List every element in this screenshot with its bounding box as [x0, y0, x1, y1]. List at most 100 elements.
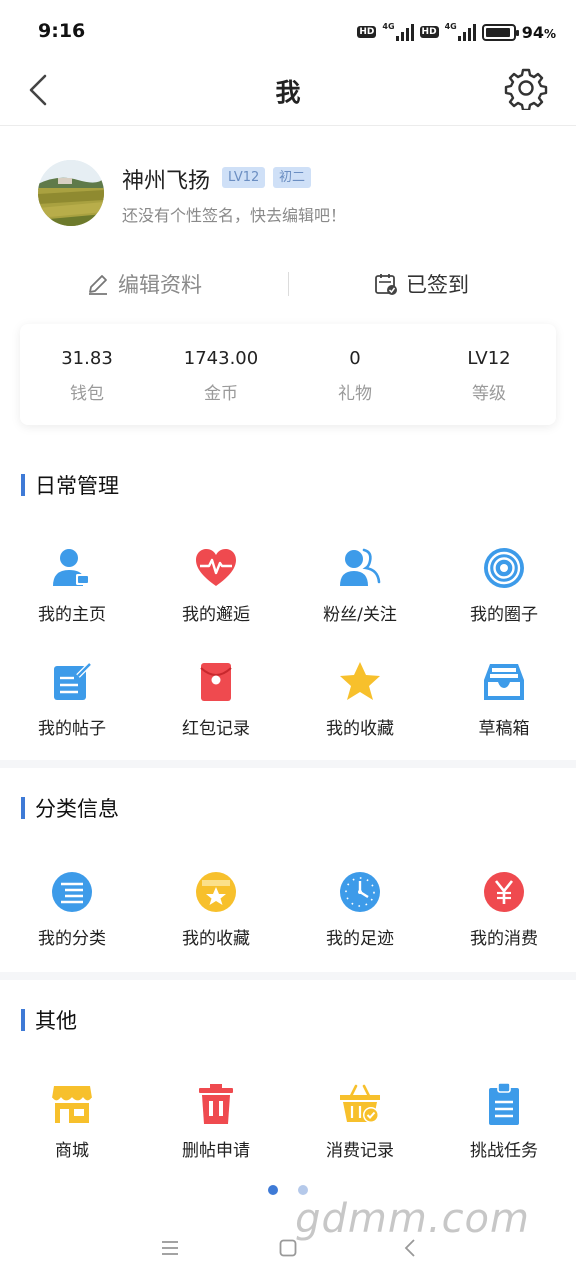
stat-coins[interactable]: 1743.00 金币: [154, 324, 288, 425]
shop-icon: [51, 1086, 93, 1123]
yen-icon: [484, 872, 524, 912]
hd-badge: HD: [357, 26, 377, 38]
grid-item-shop[interactable]: 商城: [0, 1082, 144, 1161]
edit-profile-label: 编辑资料: [118, 273, 202, 297]
calendar-check-icon: [375, 274, 397, 295]
grid-item-footprints[interactable]: 我的足迹: [288, 870, 432, 949]
grid-item-circle[interactable]: 我的圈子: [432, 546, 576, 625]
clipboard-icon: [489, 1082, 519, 1125]
stat-value: 31.83: [61, 348, 113, 369]
grid-label: 我的消费: [470, 929, 538, 949]
stat-value: 1743.00: [183, 348, 259, 369]
page-indicator: [0, 1185, 576, 1195]
grid-item-spending[interactable]: 我的消费: [432, 870, 576, 949]
grid-item-challenge-tasks[interactable]: 挑战任务: [432, 1082, 576, 1161]
avatar-image: [38, 160, 104, 226]
watermark: gdmm.com: [295, 1196, 530, 1242]
status-bar: 9:16 HD 4G HD 4G 94%: [0, 0, 576, 60]
gear-icon: [504, 68, 548, 112]
signal-icon-2: 4G: [445, 23, 476, 41]
username: 神州飞扬: [122, 169, 211, 194]
red-envelope-icon: [200, 663, 232, 701]
status-icons: HD 4G HD 4G 94%: [357, 20, 556, 44]
network-type: 4G: [382, 22, 395, 31]
stats-card: 31.83 钱包 1743.00 金币 0 礼物 LV12 等级: [20, 324, 556, 425]
star-icon: [340, 662, 380, 700]
menu-button[interactable]: [152, 1230, 188, 1266]
list-circle-icon: [52, 872, 92, 912]
battery-icon: [481, 23, 519, 41]
stat-value: LV12: [467, 348, 511, 369]
grid-item-my-category[interactable]: 我的分类: [0, 870, 144, 949]
stat-wallet[interactable]: 31.83 钱包: [20, 324, 154, 425]
profile-actions: 编辑资料 已签到: [0, 262, 576, 306]
checkin-button[interactable]: 已签到: [374, 262, 469, 306]
network-type-2: 4G: [444, 22, 457, 31]
stat-label: 金币: [204, 384, 238, 404]
grid-label: 我的主页: [38, 605, 106, 625]
grid-item-drafts[interactable]: 草稿箱: [432, 660, 576, 739]
hd-badge-2: HD: [419, 26, 439, 38]
stat-value: 0: [349, 348, 361, 369]
signature-text[interactable]: 还没有个性签名，快去编辑吧！: [122, 202, 346, 226]
signal-icon: 4G: [382, 22, 414, 41]
basket-check-icon: [340, 1084, 380, 1123]
grid-label: 粉丝/关注: [323, 605, 397, 625]
grid-label: 红包记录: [182, 719, 250, 739]
grid-item-spending-records[interactable]: 消费记录: [288, 1082, 432, 1161]
grid-label: 删帖申请: [182, 1141, 250, 1161]
section-separator: [0, 972, 576, 980]
grid-label: 我的足迹: [326, 929, 394, 949]
grid-label: 消费记录: [326, 1141, 394, 1161]
grid-label: 商城: [55, 1141, 89, 1161]
stat-level[interactable]: LV12 等级: [422, 324, 556, 425]
top-app-bar: 我: [0, 60, 576, 126]
grid-item-homepage[interactable]: 我的主页: [0, 546, 144, 625]
star-box-icon: [196, 872, 236, 912]
level-badge: LV12: [222, 167, 266, 188]
grid-item-category-favorites[interactable]: 我的收藏: [144, 870, 288, 949]
divider: [288, 272, 289, 296]
user-card-icon: [53, 549, 90, 586]
grid-label: 挑战任务: [470, 1141, 538, 1161]
inbox-tray-icon: [484, 664, 524, 700]
section-title-daily: 日常管理: [21, 470, 119, 500]
clock-icon: [340, 872, 380, 912]
signed-label: 已签到: [406, 273, 469, 297]
grid-item-red-envelope[interactable]: 红包记录: [144, 660, 288, 739]
users-icon: [340, 548, 381, 586]
status-time: 9:16: [38, 20, 86, 42]
grid-item-posts[interactable]: 我的帖子: [0, 660, 144, 739]
grid-item-delete-request[interactable]: 删帖申请: [144, 1082, 288, 1161]
stat-label: 等级: [472, 384, 506, 404]
edit-profile-button[interactable]: 编辑资料: [86, 262, 202, 306]
edit-note-icon: [54, 662, 92, 700]
grid-label: 我的分类: [38, 929, 106, 949]
pencil-icon: [89, 275, 107, 295]
page-dot-active[interactable]: [268, 1185, 278, 1195]
grid-item-encounter[interactable]: 我的邂逅: [144, 546, 288, 625]
grid-label: 我的圈子: [470, 605, 538, 625]
stat-gifts[interactable]: 0 礼物: [288, 324, 422, 425]
grid-item-fans-follow[interactable]: 粉丝/关注: [288, 546, 432, 625]
target-icon: [484, 548, 524, 588]
section-title-category: 分类信息: [21, 793, 119, 823]
stat-label: 礼物: [338, 384, 372, 404]
grid-label: 草稿箱: [478, 719, 530, 739]
trash-icon: [199, 1084, 233, 1124]
grid-label: 我的收藏: [326, 719, 394, 739]
menu-icon: [162, 1241, 178, 1255]
stat-label: 钱包: [70, 384, 104, 404]
grid-label: 我的帖子: [38, 719, 106, 739]
page-title: 我: [275, 78, 301, 107]
heart-pulse-icon: [196, 549, 236, 586]
avatar[interactable]: [38, 160, 104, 226]
grid-label: 我的收藏: [182, 929, 250, 949]
page-dot[interactable]: [298, 1185, 308, 1195]
grade-badge: 初二: [273, 167, 312, 188]
settings-button[interactable]: [504, 66, 548, 112]
grid-item-favorites[interactable]: 我的收藏: [288, 660, 432, 739]
grid-label: 我的邂逅: [182, 605, 250, 625]
section-title-other: 其他: [21, 1005, 77, 1035]
battery-percent: 94%: [521, 22, 556, 42]
